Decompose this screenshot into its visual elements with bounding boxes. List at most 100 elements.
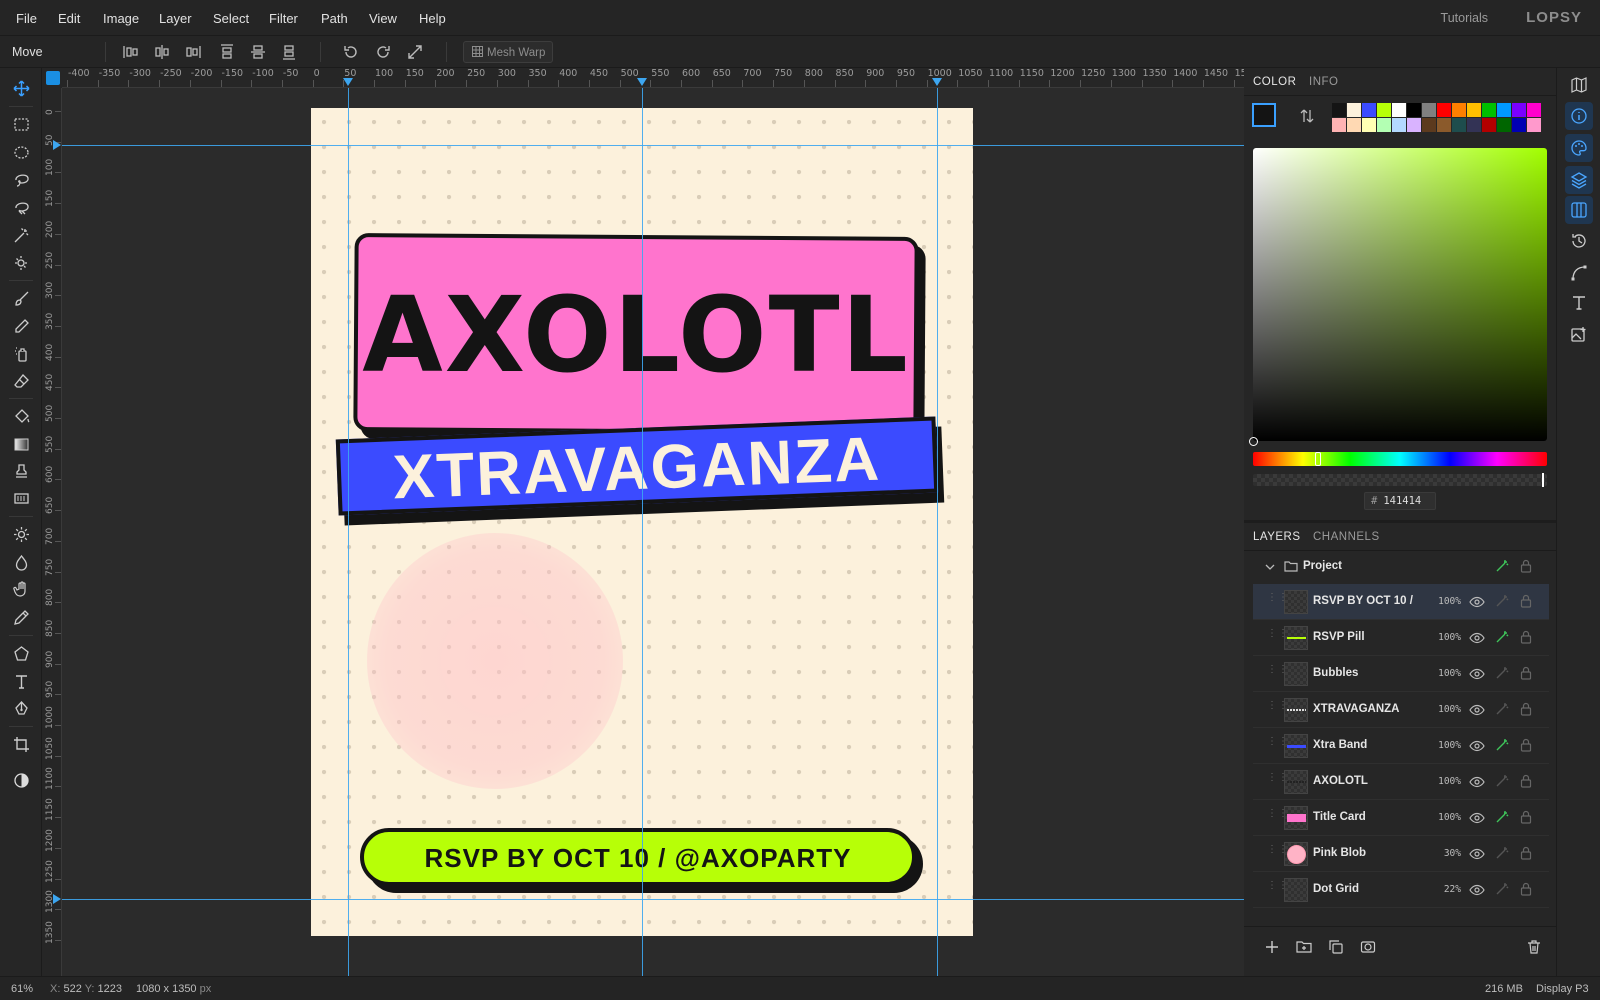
guide-horizontal[interactable] (62, 899, 1244, 900)
layer-row[interactable]: ⋮⋮ Xtra Band 100% (1253, 728, 1549, 764)
menu-layer[interactable]: Layer (159, 11, 192, 26)
color-picker-handle[interactable] (1249, 437, 1258, 446)
rotate-cw-icon[interactable] (374, 43, 392, 61)
color-swatch[interactable] (1467, 118, 1481, 132)
effects-icon[interactable] (1495, 774, 1509, 788)
lock-icon[interactable] (1519, 702, 1533, 716)
color-swatch[interactable] (1497, 118, 1511, 132)
lasso-tool[interactable] (11, 169, 31, 189)
color-swatch[interactable] (1347, 103, 1361, 117)
rail-type[interactable] (1570, 294, 1588, 312)
pencil-tool[interactable] (11, 316, 31, 336)
effects-icon[interactable] (1495, 702, 1509, 716)
menu-edit[interactable]: Edit (58, 11, 80, 26)
color-swatch[interactable] (1452, 103, 1466, 117)
pen-tool[interactable] (11, 698, 31, 718)
layer-opacity[interactable]: 100% (1427, 812, 1461, 823)
layer-row[interactable]: ⋮⋮ RSVP BY OCT 10 / 100% (1253, 584, 1549, 620)
color-swatch[interactable] (1527, 118, 1541, 132)
color-swatch[interactable] (1362, 103, 1376, 117)
vertical-ruler[interactable]: 0 50 100 150 200 250 300 350 400 450 500 550 600 650 7… (42, 88, 62, 976)
bucket-tool[interactable] (11, 406, 31, 426)
effects-icon[interactable] (1495, 846, 1509, 860)
color-swatch[interactable] (1332, 118, 1346, 132)
layer-name[interactable]: Title Card (1313, 811, 1366, 823)
effects-icon[interactable] (1495, 810, 1509, 824)
eye-icon[interactable] (1469, 666, 1485, 682)
menu-filter[interactable]: Filter (269, 11, 298, 26)
expand-icon[interactable] (406, 43, 424, 61)
dodge-tool[interactable] (11, 524, 31, 544)
rail-images[interactable] (1570, 326, 1588, 344)
canvas-area[interactable]: AXOLOTL XTRAVAGANZA RSVP BY OCT 10 / @AX… (62, 88, 1244, 976)
drag-handle-icon[interactable]: ⋮⋮ (1267, 629, 1288, 645)
color-swatch[interactable] (1452, 118, 1466, 132)
color-swatch[interactable] (1407, 118, 1421, 132)
lock-icon[interactable] (1519, 774, 1533, 788)
layer-name[interactable]: RSVP Pill (1313, 631, 1365, 643)
guide-marker[interactable] (343, 78, 353, 86)
tab-color[interactable]: COLOR (1253, 76, 1296, 88)
drag-handle-icon[interactable]: ⋮⋮ (1267, 773, 1288, 789)
rail-color[interactable] (1565, 134, 1593, 162)
quick-select-tool[interactable] (11, 252, 31, 272)
color-swatch[interactable] (1332, 103, 1346, 117)
layer-name[interactable]: Bubbles (1313, 667, 1358, 679)
layer-mask-icon[interactable] (1360, 939, 1376, 955)
menu-file[interactable]: File (16, 11, 37, 26)
guide-vertical[interactable] (642, 88, 643, 976)
layer-row[interactable]: ⋮⋮ RSVP Pill 100% (1253, 620, 1549, 656)
lock-icon[interactable] (1519, 559, 1533, 573)
guide-marker[interactable] (637, 78, 647, 86)
effects-icon[interactable] (1495, 882, 1509, 896)
brush-tool[interactable] (11, 288, 31, 308)
drag-handle-icon[interactable]: ⋮⋮ (1267, 737, 1288, 753)
alpha-slider-handle[interactable] (1542, 473, 1544, 487)
tab-channels[interactable]: CHANNELS (1313, 531, 1380, 543)
color-swatch[interactable] (1482, 103, 1496, 117)
eye-icon[interactable] (1469, 702, 1485, 718)
eye-icon[interactable] (1469, 630, 1485, 646)
color-swatch[interactable] (1482, 118, 1496, 132)
effects-icon[interactable] (1495, 559, 1509, 573)
shape-tool[interactable] (11, 643, 31, 663)
horizontal-ruler[interactable]: -400 -350 -300 -250 -200 -150 -100 -50 0 50 100 150… (62, 68, 1244, 88)
crop-tool[interactable] (11, 734, 31, 754)
lock-icon[interactable] (1519, 810, 1533, 824)
color-swatch[interactable] (1347, 118, 1361, 132)
tutorials-link[interactable]: Tutorials (1441, 11, 1488, 25)
swap-colors-icon[interactable] (1299, 108, 1315, 124)
color-swatch[interactable] (1422, 103, 1436, 117)
foreground-color-swatch[interactable] (1252, 103, 1276, 127)
tab-layers[interactable]: LAYERS (1253, 531, 1301, 543)
rail-paths[interactable] (1570, 264, 1588, 282)
ruler-origin-marker[interactable] (46, 71, 60, 85)
color-swatch[interactable] (1392, 103, 1406, 117)
layer-name[interactable]: XTRAVAGANZA (1313, 703, 1399, 715)
effects-icon[interactable] (1495, 594, 1509, 608)
alpha-slider[interactable] (1253, 474, 1547, 486)
ellipse-select-tool[interactable] (11, 142, 31, 162)
guide-marker[interactable] (932, 78, 942, 86)
color-swatch[interactable] (1377, 118, 1391, 132)
color-swatch[interactable] (1527, 103, 1541, 117)
hue-slider[interactable] (1253, 452, 1547, 466)
layer-opacity[interactable]: 100% (1427, 704, 1461, 715)
layer-opacity[interactable]: 30% (1427, 848, 1461, 859)
layer-row[interactable]: ⋮⋮ Title Card 100% (1253, 800, 1549, 836)
duplicate-layer-icon[interactable] (1328, 939, 1344, 955)
layer-opacity[interactable]: 100% (1427, 776, 1461, 787)
move-tool[interactable] (11, 78, 31, 98)
eraser-tool[interactable] (11, 371, 31, 391)
layer-row[interactable]: ⋮⋮ Bubbles 100% (1253, 656, 1549, 692)
pattern-tool[interactable] (11, 488, 31, 508)
smudge-tool[interactable] (11, 579, 31, 599)
layer-name[interactable]: AXOLOTL (1313, 775, 1368, 787)
effects-icon[interactable] (1495, 738, 1509, 752)
layer-opacity[interactable]: 100% (1427, 740, 1461, 751)
new-group-icon[interactable] (1296, 939, 1312, 955)
rail-info[interactable] (1565, 102, 1593, 130)
lock-icon[interactable] (1519, 846, 1533, 860)
layer-group-row[interactable]: Project (1253, 549, 1549, 585)
align-right-icon[interactable] (184, 43, 202, 61)
